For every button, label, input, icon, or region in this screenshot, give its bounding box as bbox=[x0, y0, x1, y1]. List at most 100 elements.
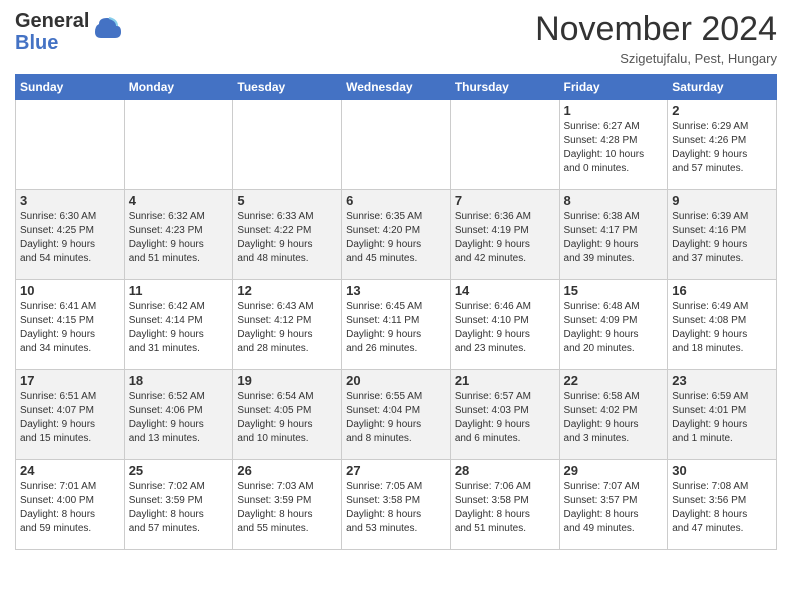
calendar-cell: 19 Sunrise: 6:54 AM Sunset: 4:05 PM Dayli… bbox=[233, 370, 342, 460]
col-saturday: Saturday bbox=[668, 75, 777, 100]
calendar-week-row: 3 Sunrise: 6:30 AM Sunset: 4:25 PM Daylig… bbox=[16, 190, 777, 280]
day-number: 21 bbox=[455, 373, 555, 388]
day-info: Sunrise: 6:41 AM Sunset: 4:15 PM Dayligh… bbox=[20, 300, 120, 356]
calendar-cell: 23Sunrise: 6:59 AM Sunset: 4:01 PM Dayli… bbox=[668, 370, 777, 460]
title-section: November 2024 Szigetujfalu, Pest, Hungar… bbox=[535, 10, 777, 66]
calendar-header-row: Sunday Monday Tuesday Wednesday Thursday… bbox=[16, 75, 777, 100]
calendar-cell: 21 Sunrise: 6:57 AM Sunset: 4:03 PM Dayli… bbox=[450, 370, 559, 460]
col-monday: Monday bbox=[124, 75, 233, 100]
page-header: General Blue November 2024 Szigetujfalu,… bbox=[15, 10, 777, 66]
col-wednesday: Wednesday bbox=[342, 75, 451, 100]
calendar-cell: 6 Sunrise: 6:35 AM Sunset: 4:20 PM Daylig… bbox=[342, 190, 451, 280]
calendar-cell bbox=[233, 100, 342, 190]
month-title: November 2024 bbox=[535, 10, 777, 49]
col-friday: Friday bbox=[559, 75, 668, 100]
day-number: 2 bbox=[672, 103, 772, 118]
calendar-week-row: 1 Sunrise: 6:27 AM Sunset: 4:28 PM Daylig… bbox=[16, 100, 777, 190]
calendar-cell bbox=[16, 100, 125, 190]
day-info: Sunrise: 6:35 AM Sunset: 4:20 PM Dayligh… bbox=[346, 210, 446, 266]
location-subtitle: Szigetujfalu, Pest, Hungary bbox=[535, 51, 777, 66]
day-number: 25 bbox=[129, 463, 229, 478]
day-number: 20 bbox=[346, 373, 446, 388]
logo-general: General bbox=[15, 10, 89, 32]
day-number: 29 bbox=[564, 463, 664, 478]
day-info: Sunrise: 6:42 AM Sunset: 4:14 PM Dayligh… bbox=[129, 300, 229, 356]
calendar-cell: 3 Sunrise: 6:30 AM Sunset: 4:25 PM Daylig… bbox=[16, 190, 125, 280]
day-info: Sunrise: 7:05 AM Sunset: 3:58 PM Dayligh… bbox=[346, 480, 446, 536]
day-info: Sunrise: 6:30 AM Sunset: 4:25 PM Dayligh… bbox=[20, 210, 120, 266]
day-number: 3 bbox=[20, 193, 120, 208]
day-number: 10 bbox=[20, 283, 120, 298]
col-sunday: Sunday bbox=[16, 75, 125, 100]
calendar-cell: 28Sunrise: 7:06 AM Sunset: 3:58 PM Dayli… bbox=[450, 460, 559, 550]
logo: General Blue bbox=[15, 10, 121, 54]
day-info: Sunrise: 7:01 AM Sunset: 4:00 PM Dayligh… bbox=[20, 480, 120, 536]
day-info: Sunrise: 6:43 AM Sunset: 4:12 PM Dayligh… bbox=[237, 300, 337, 356]
calendar-cell: 26Sunrise: 7:03 AM Sunset: 3:59 PM Dayli… bbox=[233, 460, 342, 550]
calendar-week-row: 24 Sunrise: 7:01 AM Sunset: 4:00 PM Dayli… bbox=[16, 460, 777, 550]
day-info: Sunrise: 6:45 AM Sunset: 4:11 PM Dayligh… bbox=[346, 300, 446, 356]
calendar-cell: 14Sunrise: 6:46 AM Sunset: 4:10 PM Dayli… bbox=[450, 280, 559, 370]
day-number: 15 bbox=[564, 283, 664, 298]
day-info: Sunrise: 6:52 AM Sunset: 4:06 PM Dayligh… bbox=[129, 390, 229, 446]
calendar-table: Sunday Monday Tuesday Wednesday Thursday… bbox=[15, 74, 777, 550]
day-number: 12 bbox=[237, 283, 337, 298]
calendar-cell: 24 Sunrise: 7:01 AM Sunset: 4:00 PM Dayli… bbox=[16, 460, 125, 550]
day-info: Sunrise: 7:08 AM Sunset: 3:56 PM Dayligh… bbox=[672, 480, 772, 536]
day-info: Sunrise: 7:02 AM Sunset: 3:59 PM Dayligh… bbox=[129, 480, 229, 536]
calendar-cell: 10 Sunrise: 6:41 AM Sunset: 4:15 PM Dayli… bbox=[16, 280, 125, 370]
day-number: 11 bbox=[129, 283, 229, 298]
calendar-cell: 30 Sunrise: 7:08 AM Sunset: 3:56 PM Dayli… bbox=[668, 460, 777, 550]
calendar-cell: 18 Sunrise: 6:52 AM Sunset: 4:06 PM Dayli… bbox=[124, 370, 233, 460]
day-info: Sunrise: 6:33 AM Sunset: 4:22 PM Dayligh… bbox=[237, 210, 337, 266]
calendar-cell: 2 Sunrise: 6:29 AM Sunset: 4:26 PM Daylig… bbox=[668, 100, 777, 190]
calendar-cell: 8 Sunrise: 6:38 AM Sunset: 4:17 PM Daylig… bbox=[559, 190, 668, 280]
day-number: 27 bbox=[346, 463, 446, 478]
logo-text: General Blue bbox=[15, 10, 89, 54]
calendar-cell: 20Sunrise: 6:55 AM Sunset: 4:04 PM Dayli… bbox=[342, 370, 451, 460]
logo-icon bbox=[93, 16, 121, 49]
calendar-week-row: 10 Sunrise: 6:41 AM Sunset: 4:15 PM Dayli… bbox=[16, 280, 777, 370]
day-number: 5 bbox=[237, 193, 337, 208]
day-number: 18 bbox=[129, 373, 229, 388]
calendar-cell: 11 Sunrise: 6:42 AM Sunset: 4:14 PM Dayli… bbox=[124, 280, 233, 370]
day-info: Sunrise: 7:07 AM Sunset: 3:57 PM Dayligh… bbox=[564, 480, 664, 536]
day-info: Sunrise: 6:38 AM Sunset: 4:17 PM Dayligh… bbox=[564, 210, 664, 266]
day-info: Sunrise: 6:36 AM Sunset: 4:19 PM Dayligh… bbox=[455, 210, 555, 266]
day-info: Sunrise: 6:39 AM Sunset: 4:16 PM Dayligh… bbox=[672, 210, 772, 266]
day-info: Sunrise: 6:54 AM Sunset: 4:05 PM Dayligh… bbox=[237, 390, 337, 446]
col-thursday: Thursday bbox=[450, 75, 559, 100]
day-info: Sunrise: 6:46 AM Sunset: 4:10 PM Dayligh… bbox=[455, 300, 555, 356]
day-number: 7 bbox=[455, 193, 555, 208]
day-number: 9 bbox=[672, 193, 772, 208]
calendar-cell bbox=[124, 100, 233, 190]
day-number: 16 bbox=[672, 283, 772, 298]
day-number: 19 bbox=[237, 373, 337, 388]
calendar-cell bbox=[342, 100, 451, 190]
day-number: 30 bbox=[672, 463, 772, 478]
day-info: Sunrise: 6:58 AM Sunset: 4:02 PM Dayligh… bbox=[564, 390, 664, 446]
day-number: 1 bbox=[564, 103, 664, 118]
day-number: 22 bbox=[564, 373, 664, 388]
day-number: 8 bbox=[564, 193, 664, 208]
day-number: 13 bbox=[346, 283, 446, 298]
day-info: Sunrise: 6:49 AM Sunset: 4:08 PM Dayligh… bbox=[672, 300, 772, 356]
col-tuesday: Tuesday bbox=[233, 75, 342, 100]
day-number: 4 bbox=[129, 193, 229, 208]
day-info: Sunrise: 6:29 AM Sunset: 4:26 PM Dayligh… bbox=[672, 120, 772, 176]
calendar-cell: 25 Sunrise: 7:02 AM Sunset: 3:59 PM Dayli… bbox=[124, 460, 233, 550]
day-number: 24 bbox=[20, 463, 120, 478]
calendar-cell: 15Sunrise: 6:48 AM Sunset: 4:09 PM Dayli… bbox=[559, 280, 668, 370]
calendar-cell: 16 Sunrise: 6:49 AM Sunset: 4:08 PM Dayli… bbox=[668, 280, 777, 370]
day-info: Sunrise: 6:27 AM Sunset: 4:28 PM Dayligh… bbox=[564, 120, 664, 176]
day-number: 26 bbox=[237, 463, 337, 478]
day-info: Sunrise: 6:59 AM Sunset: 4:01 PM Dayligh… bbox=[672, 390, 772, 446]
calendar-cell: 29 Sunrise: 7:07 AM Sunset: 3:57 PM Dayli… bbox=[559, 460, 668, 550]
day-number: 28 bbox=[455, 463, 555, 478]
day-number: 6 bbox=[346, 193, 446, 208]
day-info: Sunrise: 6:57 AM Sunset: 4:03 PM Dayligh… bbox=[455, 390, 555, 446]
calendar-cell: 13 Sunrise: 6:45 AM Sunset: 4:11 PM Dayli… bbox=[342, 280, 451, 370]
calendar-cell: 22 Sunrise: 6:58 AM Sunset: 4:02 PM Dayli… bbox=[559, 370, 668, 460]
calendar-cell: 5 Sunrise: 6:33 AM Sunset: 4:22 PM Daylig… bbox=[233, 190, 342, 280]
logo-blue: Blue bbox=[15, 32, 89, 54]
